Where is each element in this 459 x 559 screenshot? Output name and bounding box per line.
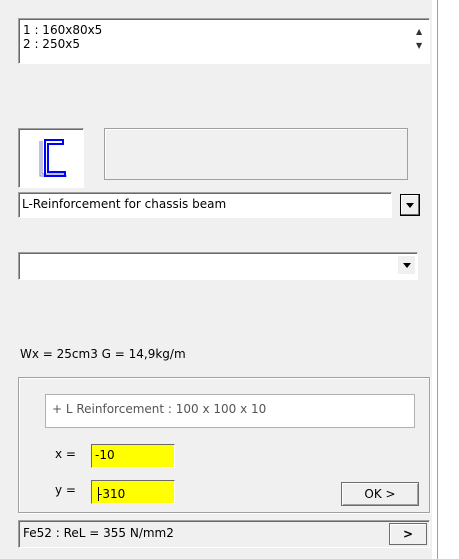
list-item[interactable]: 1 : 160x80x5 xyxy=(23,23,102,37)
chevron-down-icon xyxy=(406,203,414,208)
scroll-up-icon[interactable]: ▲ xyxy=(416,27,422,36)
reinforcement-type-value: L-Reinforcement for chassis beam xyxy=(22,197,227,211)
divider xyxy=(437,0,438,559)
reinforcement-dropdown-button[interactable] xyxy=(400,194,420,216)
right-strip xyxy=(432,0,459,559)
reinforcement-group: + L Reinforcement : 100 x 100 x 10 x = -… xyxy=(18,377,430,513)
y-label: y = xyxy=(55,483,76,497)
scroll-down-icon[interactable]: ▼ xyxy=(416,41,422,50)
x-label: x = xyxy=(55,447,76,461)
chevron-down-icon xyxy=(403,263,411,268)
ok-button[interactable]: OK > xyxy=(341,482,419,506)
c-channel-icon xyxy=(39,139,67,177)
list-item[interactable]: 2 : 250x5 xyxy=(23,37,80,51)
profiles-listbox[interactable]: 1 : 160x80x5 2 : 250x5 ▲ ▼ xyxy=(18,18,430,64)
y-input[interactable]: -310 xyxy=(91,480,175,504)
secondary-select-button[interactable] xyxy=(397,256,415,274)
preview-box xyxy=(104,128,408,180)
listbox-scrollbar[interactable]: ▲ ▼ xyxy=(412,19,429,63)
reinforcement-description-field: + L Reinforcement : 100 x 100 x 10 xyxy=(45,394,415,428)
x-input-value: -10 xyxy=(95,448,115,462)
reinforcement-description: + L Reinforcement : 100 x 100 x 10 xyxy=(52,402,267,416)
reinforcement-type-field[interactable]: L-Reinforcement for chassis beam xyxy=(18,192,392,218)
material-bar: Fe52 : ReL = 355 N/mm2 > xyxy=(18,520,430,548)
section-properties: Wx = 25cm3 G = 14,9kg/m xyxy=(20,347,186,361)
material-text: Fe52 : ReL = 355 N/mm2 xyxy=(23,526,174,540)
material-next-button[interactable]: > xyxy=(389,523,427,545)
secondary-select[interactable] xyxy=(18,252,418,280)
text-caret xyxy=(98,487,99,501)
section-icon-box xyxy=(18,128,84,188)
main-panel: 1 : 160x80x5 2 : 250x5 ▲ ▼ L-Reinforceme… xyxy=(0,0,432,559)
x-input[interactable]: -10 xyxy=(91,444,175,468)
